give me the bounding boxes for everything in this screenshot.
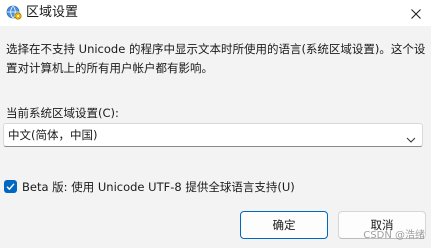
beta-utf8-checkbox[interactable] — [4, 180, 17, 193]
close-icon — [411, 4, 421, 23]
globe-settings-icon — [6, 4, 22, 20]
locale-dropdown[interactable]: 中文(简体，中国) — [3, 123, 423, 147]
beta-utf8-label[interactable]: Beta 版: 使用 Unicode UTF-8 提供全球语言支持(U) — [22, 178, 295, 196]
window-title: 区域设置 — [26, 5, 79, 20]
title-bar: 区域设置 — [0, 0, 431, 26]
ok-button[interactable]: 确定 — [240, 211, 328, 239]
description-text: 选择在不支持 Unicode 的程序中显示文本时所使用的语言(系统区域设置)。这… — [6, 42, 426, 75]
locale-label: 当前系统区域设置(C): — [6, 106, 119, 120]
watermark: CSDN @浩绪 — [363, 230, 425, 241]
chevron-down-icon — [406, 130, 416, 143]
checkmark-icon — [6, 183, 15, 191]
locale-selected-value: 中文(简体，中国) — [8, 128, 98, 142]
close-button[interactable] — [401, 0, 431, 26]
region-settings-dialog: 区域设置 选择在不支持 Unicode 的程序中显示文本时所使用的语言(系统区域… — [0, 0, 431, 248]
